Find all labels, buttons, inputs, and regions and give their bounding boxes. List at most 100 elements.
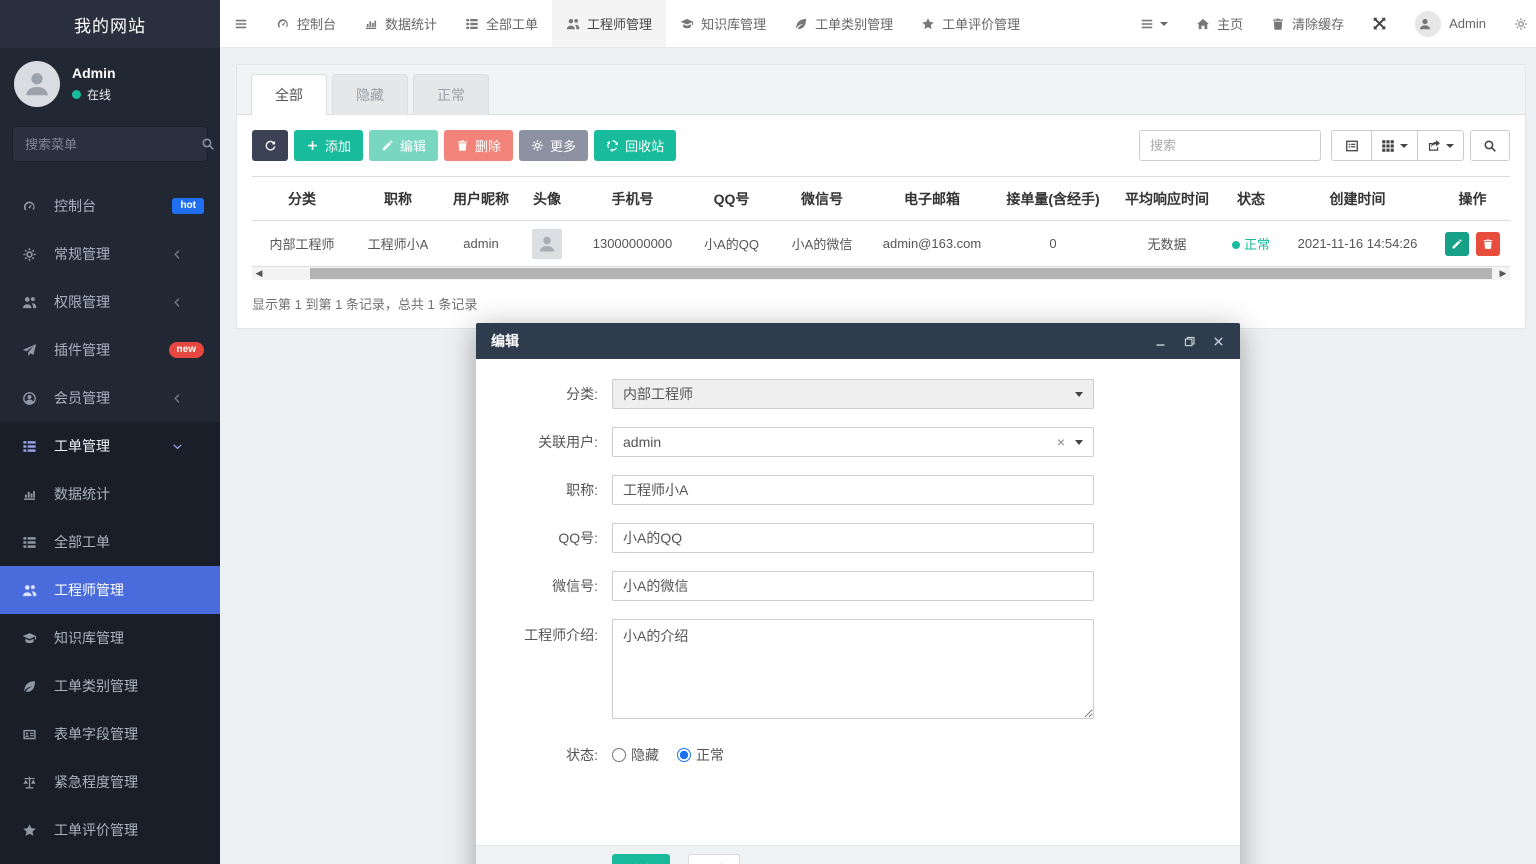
nav-list-dropdown[interactable] [1126,0,1182,47]
tab-hidden[interactable]: 隐藏 [332,74,408,115]
cell-phone: 13000000000 [576,221,689,267]
sidebar-item-knowledge[interactable]: 知识库管理 [0,614,220,662]
col-nickname[interactable]: 用户昵称 [444,177,518,221]
username-label: Admin [1449,16,1486,31]
close-icon[interactable] [1212,335,1225,348]
wechat-input[interactable] [612,571,1094,601]
topnav-item-statistics[interactable]: 数据统计 [350,0,451,47]
sidebar-item-categories[interactable]: 工单类别管理 [0,662,220,710]
qq-input[interactable] [612,523,1094,553]
columns-button[interactable] [1371,130,1417,161]
row-delete-button[interactable] [1476,232,1500,256]
col-status[interactable]: 状态 [1222,177,1280,221]
col-created[interactable]: 创建时间 [1280,177,1435,221]
edit-button[interactable]: 编辑 [369,130,438,161]
row-edit-button[interactable] [1445,232,1469,256]
minimize-icon[interactable] [1154,335,1167,348]
clear-cache-button[interactable]: 清除缓存 [1257,0,1358,47]
cell-orders: 0 [994,221,1112,267]
sidebar-item-statistics[interactable]: 数据统计 [0,470,220,518]
sidebar-item-reviews[interactable]: 工单评价管理 [0,806,220,854]
col-category[interactable]: 分类 [252,177,352,221]
add-button[interactable]: 添加 [294,130,363,161]
sidebar-item-engineers[interactable]: 工程师管理 [0,566,220,614]
menu-search-input[interactable] [25,137,201,152]
sidebar-item-dashboard[interactable]: 控制台 hot [0,182,220,230]
status-option-normal[interactable]: 正常 [677,745,724,765]
sidebar-item-label: 常规管理 [54,244,110,264]
col-email[interactable]: 电子邮箱 [870,177,994,221]
more-button[interactable]: 更多 [519,130,588,161]
sidebar-item-clipped[interactable]: 通知模板管理 [0,854,220,864]
table-row[interactable]: 内部工程师 工程师小A admin 13000000000 小A的QQ 小A的微… [252,221,1510,267]
col-title[interactable]: 职称 [352,177,444,221]
cancel-button[interactable]: 取消 [688,854,740,864]
dialog-title: 编辑 [491,331,519,351]
menu-search-box[interactable] [12,126,208,162]
topnav-item-dashboard[interactable]: 控制台 [262,0,350,47]
toggle-view-button[interactable] [1331,130,1371,161]
scroll-right-arrow[interactable]: ▶ [1496,267,1510,280]
list-icon [1140,17,1154,31]
topnav-item-categories[interactable]: 工单类别管理 [780,0,907,47]
user-select[interactable]: admin × [612,427,1094,457]
sidebar-item-members[interactable]: 会员管理 [0,374,220,422]
list-icon [465,17,479,31]
topnav-item-knowledge[interactable]: 知识库管理 [666,0,780,47]
sidebar-item-form-fields[interactable]: 表单字段管理 [0,710,220,758]
cogs-icon [22,247,44,262]
leaf-icon [22,679,44,694]
tab-normal[interactable]: 正常 [413,74,489,115]
search-submit-button[interactable] [1470,130,1510,161]
tabs-bar: 全部 隐藏 正常 [237,65,1525,115]
home-icon [1196,17,1210,31]
col-actions[interactable]: 操作 [1435,177,1510,221]
delete-button[interactable]: 删除 [444,130,513,161]
topnav-item-engineers[interactable]: 工程师管理 [552,0,666,47]
col-orders[interactable]: 接单量(含经手) [994,177,1112,221]
col-phone[interactable]: 手机号 [576,177,689,221]
export-button[interactable] [1417,130,1464,161]
job-title-input[interactable] [612,475,1094,505]
maximize-icon[interactable] [1183,335,1196,348]
horizontal-scrollbar[interactable]: ◀ ▶ [252,267,1510,280]
sidebar-item-workorders[interactable]: 工单管理 [0,422,220,470]
fullscreen-button[interactable] [1358,0,1401,47]
engineers-table: 分类 职称 用户昵称 头像 手机号 QQ号 微信号 电子邮箱 接单量(含经手) … [252,176,1510,267]
status-radio-group: 隐藏 正常 [612,745,742,765]
clear-icon[interactable]: × [1057,434,1065,450]
col-avg-response[interactable]: 平均响应时间 [1112,177,1222,221]
table-search-input[interactable] [1139,130,1321,161]
recycle-bin-button[interactable]: 回收站 [594,130,676,161]
sidebar-item-urgency[interactable]: 紧急程度管理 [0,758,220,806]
col-wechat[interactable]: 微信号 [774,177,870,221]
sidebar: 我的网站 Admin 在线 控制台 hot 常规管理 [0,0,220,864]
caret-down-icon [1160,22,1168,26]
home-button[interactable]: 主页 [1182,0,1257,47]
user-menu[interactable]: Admin [1401,0,1500,47]
caret-down-icon [1400,144,1408,148]
caret-down-icon [1075,440,1083,445]
category-select[interactable]: 内部工程师 [612,379,1094,409]
topnav-item-reviews[interactable]: 工单评价管理 [907,0,1034,47]
intro-textarea[interactable]: 小A的介绍 [612,619,1094,719]
sidebar-item-plugins[interactable]: 插件管理 new [0,326,220,374]
scrollbar-thumb[interactable] [310,268,1492,279]
topnav-item-all-tickets[interactable]: 全部工单 [451,0,552,47]
sidebar-item-permissions[interactable]: 权限管理 [0,278,220,326]
scroll-left-arrow[interactable]: ◀ [252,267,266,280]
trash-icon [1271,17,1285,31]
tab-all[interactable]: 全部 [251,74,327,115]
status-radio-hidden[interactable] [612,748,626,762]
status-option-hidden[interactable]: 隐藏 [612,745,659,765]
col-avatar[interactable]: 头像 [518,177,576,221]
status-radio-normal[interactable] [677,748,691,762]
sidebar-toggle-button[interactable] [220,0,262,47]
sidebar-item-all-tickets[interactable]: 全部工单 [0,518,220,566]
sidebar-item-general[interactable]: 常规管理 [0,230,220,278]
confirm-button[interactable]: 确定 [612,854,670,864]
col-qq[interactable]: QQ号 [689,177,774,221]
dialog-titlebar[interactable]: 编辑 [476,323,1240,359]
settings-button[interactable] [1500,0,1536,47]
refresh-button[interactable] [252,130,288,161]
